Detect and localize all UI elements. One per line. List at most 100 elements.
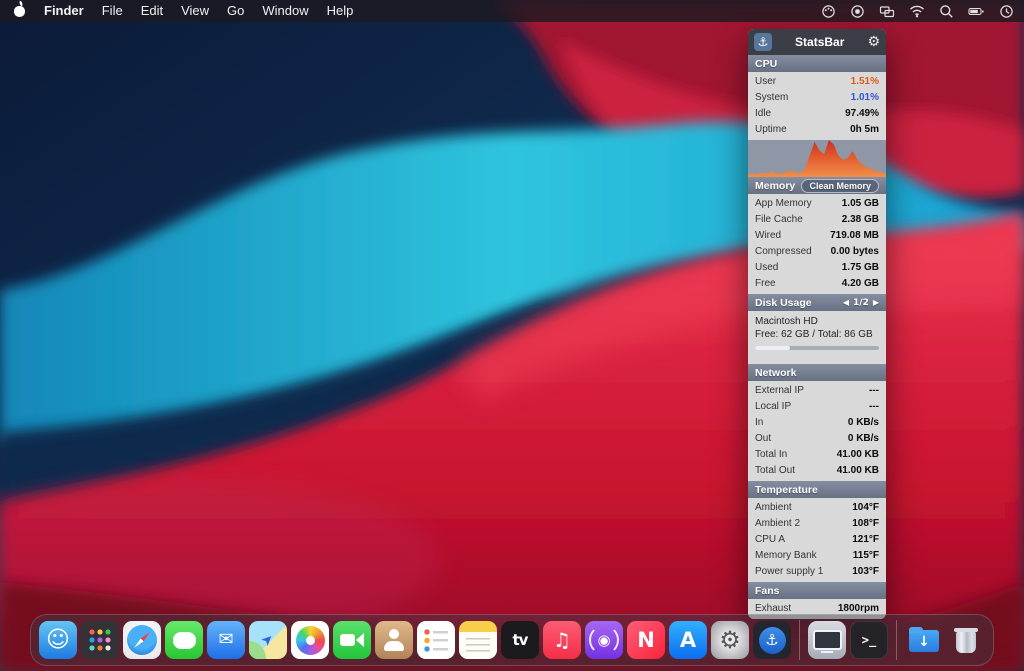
stat-value: 1.75 GB xyxy=(842,262,879,274)
stat-value: 0h 5m xyxy=(850,124,879,136)
stat-value: 121°F xyxy=(852,534,879,546)
cpu-rows: User 1.51% System 1.01% Idle 97.49% Upti… xyxy=(748,72,886,140)
stat-label: Uptime xyxy=(755,124,787,136)
menu-file[interactable]: File xyxy=(93,0,132,22)
dock-separator xyxy=(799,620,800,660)
disk-body: Macintosh HD Free: 62 GB / Total: 86 GB xyxy=(748,311,886,364)
temperature-header-label: Temperature xyxy=(755,484,818,496)
displays-menu-icon[interactable] xyxy=(879,4,895,19)
menu-app-finder[interactable]: Finder xyxy=(35,0,93,22)
dock-appstore-icon[interactable]: A xyxy=(669,621,707,659)
stat-value: 0.00 bytes xyxy=(831,246,879,258)
disk-header-label: Disk Usage xyxy=(755,297,812,309)
dock-photos-icon[interactable] xyxy=(291,621,329,659)
stat-row: Free 4.20 GB xyxy=(748,276,886,292)
dock-terminal-icon[interactable]: >_ xyxy=(850,621,888,659)
memory-header-label: Memory xyxy=(755,180,795,192)
disk-progress-track xyxy=(755,346,879,350)
stat-row: Power supply 1 103°F xyxy=(748,564,886,580)
menu-go[interactable]: Go xyxy=(218,0,253,22)
apple-menu[interactable] xyxy=(0,0,35,22)
stat-row: File Cache 2.38 GB xyxy=(748,212,886,228)
spotlight-search-icon[interactable] xyxy=(939,4,954,19)
gear-icon[interactable]: ⚙ xyxy=(867,34,880,50)
statsbar-title: StatsBar xyxy=(772,35,867,49)
temperature-rows: Ambient 104°F Ambient 2 108°F CPU A 121°… xyxy=(748,498,886,582)
dock-launchpad-icon[interactable] xyxy=(81,621,119,659)
stat-row: System 1.01% xyxy=(748,90,886,106)
disk-next-arrow[interactable]: ▶ xyxy=(873,298,879,307)
stat-label: Ambient 2 xyxy=(755,518,800,530)
menu-view[interactable]: View xyxy=(172,0,218,22)
anchor-icon: ⚓ xyxy=(754,33,772,51)
menu-edit[interactable]: Edit xyxy=(132,0,172,22)
stat-row: Uptime 0h 5m xyxy=(748,122,886,138)
wifi-icon[interactable] xyxy=(909,4,925,18)
screen-record-menu-icon[interactable] xyxy=(850,4,865,19)
stat-label: User xyxy=(755,76,776,88)
stat-label: App Memory xyxy=(755,198,812,210)
dock-statsbar-icon[interactable]: ⚓ xyxy=(753,621,791,659)
stat-value: 2.38 GB xyxy=(842,214,879,226)
stats-gauge-menu-icon[interactable] xyxy=(821,4,836,19)
stat-label: Compressed xyxy=(755,246,812,258)
stat-row: Ambient 104°F xyxy=(748,500,886,516)
dock-facetime-icon[interactable] xyxy=(333,621,371,659)
dock-notes-icon[interactable] xyxy=(459,621,497,659)
stat-row: App Memory 1.05 GB xyxy=(748,196,886,212)
stat-row: Wired 719.08 MB xyxy=(748,228,886,244)
dock-reminders-icon[interactable] xyxy=(417,621,455,659)
stat-row: Total In 41.00 KB xyxy=(748,447,886,463)
dock-trash-icon[interactable] xyxy=(947,621,985,659)
stat-row: Memory Bank 115°F xyxy=(748,548,886,564)
stat-value: 719.08 MB xyxy=(830,230,879,242)
stat-value: --- xyxy=(869,401,879,413)
stat-value: 1.51% xyxy=(851,76,879,88)
dock-screen-sharing-icon[interactable] xyxy=(808,621,846,659)
disk-progress-fill xyxy=(755,346,790,350)
dock-contacts-icon[interactable] xyxy=(375,621,413,659)
cpu-usage-graph xyxy=(748,140,886,177)
clean-memory-button[interactable]: Clean Memory xyxy=(801,179,879,193)
fans-section-header: Fans xyxy=(748,582,886,599)
fans-header-label: Fans xyxy=(755,585,780,597)
dock-finder-icon[interactable]: ☺ xyxy=(39,621,77,659)
menu-window[interactable]: Window xyxy=(253,0,317,22)
stat-row: User 1.51% xyxy=(748,74,886,90)
disk-section-header: Disk Usage ◀ 1/2 ▶ xyxy=(748,294,886,311)
network-section-header: Network xyxy=(748,364,886,381)
stat-label: Idle xyxy=(755,108,771,120)
dock-downloads-folder-icon[interactable]: ↓ xyxy=(905,621,943,659)
stat-row: Ambient 2 108°F xyxy=(748,516,886,532)
dock-podcasts-icon[interactable]: ◉ xyxy=(585,621,623,659)
dock-maps-icon[interactable]: ➤ xyxy=(249,621,287,659)
battery-icon[interactable] xyxy=(968,4,985,19)
menu-help[interactable]: Help xyxy=(318,0,363,22)
stat-label: System xyxy=(755,92,788,104)
dock-safari-icon[interactable] xyxy=(123,621,161,659)
statsbar-header: ⚓ StatsBar ⚙ xyxy=(748,29,886,55)
network-rows: External IP --- Local IP --- In 0 KB/s O… xyxy=(748,381,886,481)
stat-row: Idle 97.49% xyxy=(748,106,886,122)
stat-label: In xyxy=(755,417,763,429)
dock-messages-icon[interactable] xyxy=(165,621,203,659)
stat-value: 41.00 KB xyxy=(837,449,879,461)
stat-value: 0 KB/s xyxy=(848,433,879,445)
stat-row: Out 0 KB/s xyxy=(748,431,886,447)
stat-label: Wired xyxy=(755,230,781,242)
clock-menu-icon[interactable] xyxy=(999,4,1014,19)
disk-free-total: Free: 62 GB / Total: 86 GB xyxy=(755,328,879,341)
disk-pager: ◀ 1/2 ▶ xyxy=(843,298,879,308)
stat-label: Ambient xyxy=(755,502,792,514)
dock-news-icon[interactable]: N xyxy=(627,621,665,659)
dock-music-icon[interactable]: ♫ xyxy=(543,621,581,659)
memory-rows: App Memory 1.05 GB File Cache 2.38 GB Wi… xyxy=(748,194,886,294)
stat-label: Out xyxy=(755,433,771,445)
disk-volume-name: Macintosh HD xyxy=(755,315,879,328)
stat-row: CPU A 121°F xyxy=(748,532,886,548)
disk-prev-arrow[interactable]: ◀ xyxy=(843,298,849,307)
dock-system-preferences-icon[interactable]: ⚙ xyxy=(711,621,749,659)
dock-tv-icon[interactable]: tv xyxy=(501,621,539,659)
dock-mail-icon[interactable]: ✉ xyxy=(207,621,245,659)
stat-label: Free xyxy=(755,278,776,290)
